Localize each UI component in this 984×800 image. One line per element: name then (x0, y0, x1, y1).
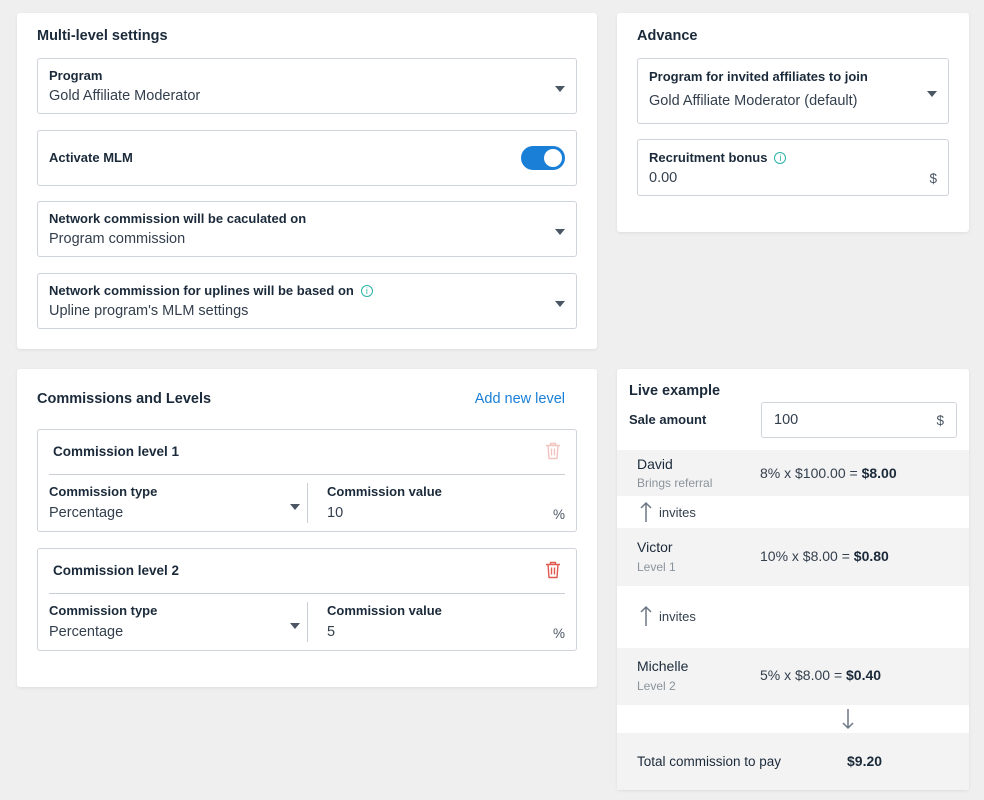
commission-type-label: Commission type (49, 484, 158, 499)
referral-name: David (637, 456, 673, 472)
activate-mlm-toggle[interactable] (521, 146, 565, 170)
formula-result: $0.40 (846, 667, 882, 683)
uplines-value: Upline program's MLM settings (49, 303, 249, 319)
divider (307, 483, 308, 523)
commission-value-input[interactable]: Commission value 5 % (316, 594, 576, 651)
commission-level-card: Commission level 1 Commission type Perce… (37, 429, 577, 532)
formula-result: $8.00 (861, 465, 897, 481)
percent-unit: % (552, 626, 565, 641)
referral-subtitle: Level 2 (637, 679, 676, 693)
commission-formula: 5% x $8.00 = $0.40 (760, 667, 881, 683)
level-title: Commission level 2 (53, 563, 180, 578)
divider (307, 602, 308, 642)
invited-program-label: Program for invited affiliates to join (649, 69, 868, 84)
formula-text: 8% x $100.00 = (760, 465, 862, 481)
currency-unit: $ (936, 413, 944, 428)
arrow-up-icon (640, 501, 652, 522)
program-select[interactable]: Program Gold Affiliate Moderator (37, 58, 577, 114)
commission-value-label: Commission value (327, 603, 442, 618)
program-value: Gold Affiliate Moderator (49, 88, 201, 104)
activate-mlm-field: Activate MLM (37, 130, 577, 186)
invites-label: invites (659, 505, 696, 520)
sale-amount-value: 100 (774, 412, 799, 428)
formula-text: 10% x $8.00 = (760, 548, 854, 564)
commission-value-input[interactable]: Commission value 10 % (316, 475, 576, 532)
live-example-title: Live example (629, 383, 721, 399)
commission-type-select[interactable]: Commission type Percentage (38, 475, 306, 532)
invited-program-select[interactable]: Program for invited affiliates to join G… (637, 58, 949, 124)
advance-title: Advance (637, 28, 698, 44)
recruitment-bonus-field[interactable]: Recruitment bonus i 0.00 $ (637, 139, 949, 196)
uplines-select[interactable]: Network commission for uplines will be b… (37, 273, 577, 329)
invites-label: invites (659, 609, 696, 624)
commission-value: 5 (327, 624, 336, 640)
commission-type-label: Commission type (49, 603, 158, 618)
multilevel-settings-card: Multi-level settings Program Gold Affili… (17, 13, 597, 349)
arrow-down-icon (842, 709, 854, 730)
level-title: Commission level 1 (53, 444, 180, 459)
arrow-up-icon (640, 605, 652, 626)
referral-name: Michelle (637, 658, 689, 674)
invited-program-value: Gold Affiliate Moderator (default) (649, 93, 858, 109)
currency-unit: $ (929, 171, 937, 186)
chevron-down-icon (927, 91, 937, 97)
referral-subtitle: Level 1 (637, 560, 676, 574)
commissions-levels-card: Commissions and Levels Add new level Com… (17, 369, 597, 687)
activate-mlm-label: Activate MLM (49, 150, 133, 165)
chevron-down-icon (555, 229, 565, 235)
uplines-label: Network commission for uplines will be b… (49, 283, 354, 298)
network-calc-select[interactable]: Network commission will be caculated on … (37, 201, 577, 257)
network-calc-value: Program commission (49, 231, 186, 247)
recruitment-bonus-value: 0.00 (649, 170, 678, 186)
trash-icon (546, 442, 560, 460)
sale-amount-label: Sale amount (629, 412, 707, 427)
commission-level-card: Commission level 2 Commission type Perce… (37, 548, 577, 651)
chevron-down-icon (555, 301, 565, 307)
program-label: Program (49, 68, 103, 83)
commission-type-select[interactable]: Commission type Percentage (38, 594, 306, 651)
live-example-card: Live example Sale amount 100 $ David Bri… (617, 369, 969, 790)
referral-row: Michelle Level 2 5% x $8.00 = $0.40 (617, 648, 969, 705)
referral-name: Victor (637, 539, 673, 555)
advance-card: Advance Program for invited affiliates t… (617, 13, 969, 232)
sale-amount-input[interactable]: 100 $ (761, 402, 957, 438)
referral-row: David Brings referral 8% x $100.00 = $8.… (617, 450, 969, 496)
multilevel-settings-title: Multi-level settings (37, 28, 168, 44)
referral-subtitle: Brings referral (637, 476, 713, 490)
total-value: $9.20 (847, 753, 883, 769)
toggle-knob (544, 149, 562, 167)
total-row: Total commission to pay $9.20 (617, 733, 969, 790)
add-new-level-link[interactable]: Add new level (475, 391, 565, 407)
chevron-down-icon (555, 86, 565, 92)
commissions-levels-title: Commissions and Levels (37, 391, 212, 407)
trash-icon[interactable] (545, 561, 561, 579)
recruitment-bonus-label-wrap: Recruitment bonus i (649, 150, 787, 165)
uplines-label-wrap: Network commission for uplines will be b… (49, 283, 373, 298)
formula-result: $0.80 (853, 548, 889, 564)
referral-row: Victor Level 1 10% x $8.00 = $0.80 (617, 528, 969, 586)
commission-type-value: Percentage (49, 505, 124, 521)
commission-formula: 8% x $100.00 = $8.00 (760, 465, 897, 481)
info-icon[interactable]: i (360, 285, 373, 297)
chevron-down-icon (290, 623, 300, 629)
commission-type-value: Percentage (49, 624, 124, 640)
network-calc-label: Network commission will be caculated on (49, 211, 307, 226)
percent-unit: % (552, 507, 565, 522)
commission-value: 10 (327, 505, 344, 521)
formula-text: 5% x $8.00 = (760, 667, 847, 683)
recruitment-bonus-label: Recruitment bonus (649, 150, 768, 165)
chevron-down-icon (290, 504, 300, 510)
total-label: Total commission to pay (637, 754, 782, 769)
info-icon[interactable]: i (774, 152, 787, 164)
commission-formula: 10% x $8.00 = $0.80 (760, 548, 889, 564)
commission-value-label: Commission value (327, 484, 442, 499)
